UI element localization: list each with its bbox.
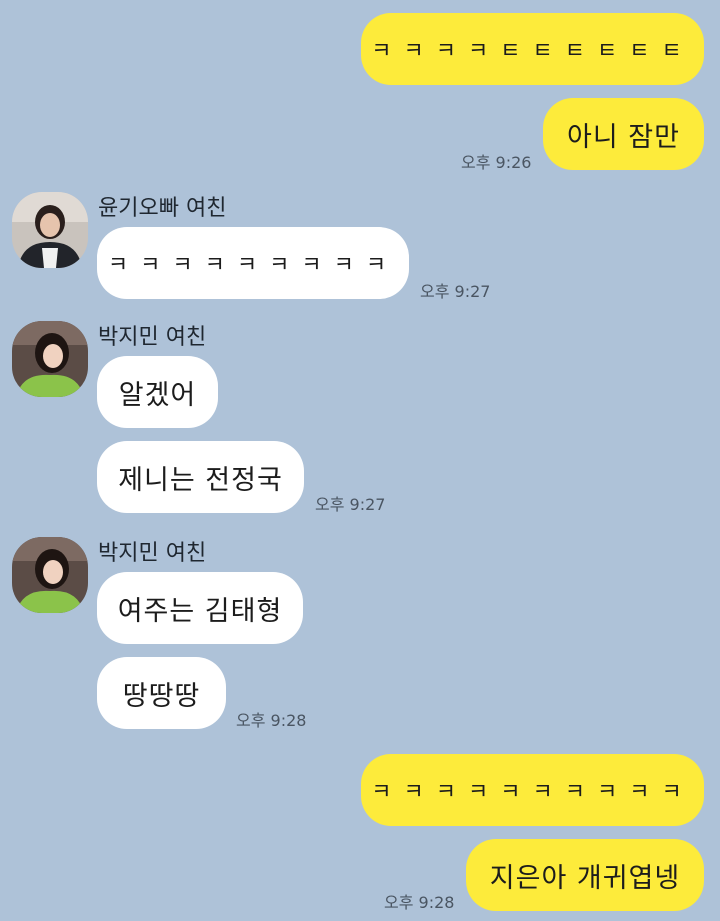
avatar[interactable] [12,321,88,397]
message-text: 여주는 김태형 [117,595,283,627]
incoming-message-bubble[interactable]: 제니는 전정국 [97,441,304,513]
message-text: 제니는 전정국 [118,464,283,496]
avatar[interactable] [12,192,88,268]
sender-name: 박지민 여친 [98,325,207,350]
outgoing-message-bubble[interactable]: 지은아 개귀엽넹 [466,839,704,911]
profile-photo [12,192,88,268]
incoming-message-bubble[interactable]: ㅋㅋㅋㅋㅋㅋㅋㅋㅋ [97,227,409,299]
message-timestamp: 오후 9:27 [315,495,386,514]
sender-name: 윤기오빠 여친 [98,196,227,221]
message-timestamp: 오후 9:26 [461,153,532,172]
message-text: 땅땅땅 [122,680,201,712]
message-timestamp: 오후 9:28 [384,893,455,912]
incoming-message-bubble[interactable]: 여주는 김태형 [97,572,303,644]
message-text: ㅋㅋㅋㅋㅋㅋㅋㅋㅋㅋ [371,780,694,805]
sender-name: 박지민 여친 [98,541,207,566]
profile-photo [12,537,88,613]
message-text: ㅋㅋㅋㅋㅌㅌㅌㅌㅌㅌ [371,39,694,64]
incoming-message-bubble[interactable]: 땅땅땅 [97,657,226,729]
incoming-message-bubble[interactable]: 알겠어 [97,356,218,428]
message-text: 아니 잠만 [567,121,680,153]
message-timestamp: 오후 9:27 [420,282,491,301]
message-text: 알겠어 [118,379,197,411]
profile-photo [12,321,88,397]
message-text: ㅋㅋㅋㅋㅋㅋㅋㅋㅋ [107,253,399,278]
outgoing-message-bubble[interactable]: ㅋㅋㅋㅋㅌㅌㅌㅌㅌㅌ [361,13,704,85]
avatar[interactable] [12,537,88,613]
message-text: 지은아 개귀엽넹 [489,862,681,894]
outgoing-message-bubble[interactable]: 아니 잠만 [543,98,704,170]
message-timestamp: 오후 9:28 [236,711,307,730]
outgoing-message-bubble[interactable]: ㅋㅋㅋㅋㅋㅋㅋㅋㅋㅋ [361,754,704,826]
